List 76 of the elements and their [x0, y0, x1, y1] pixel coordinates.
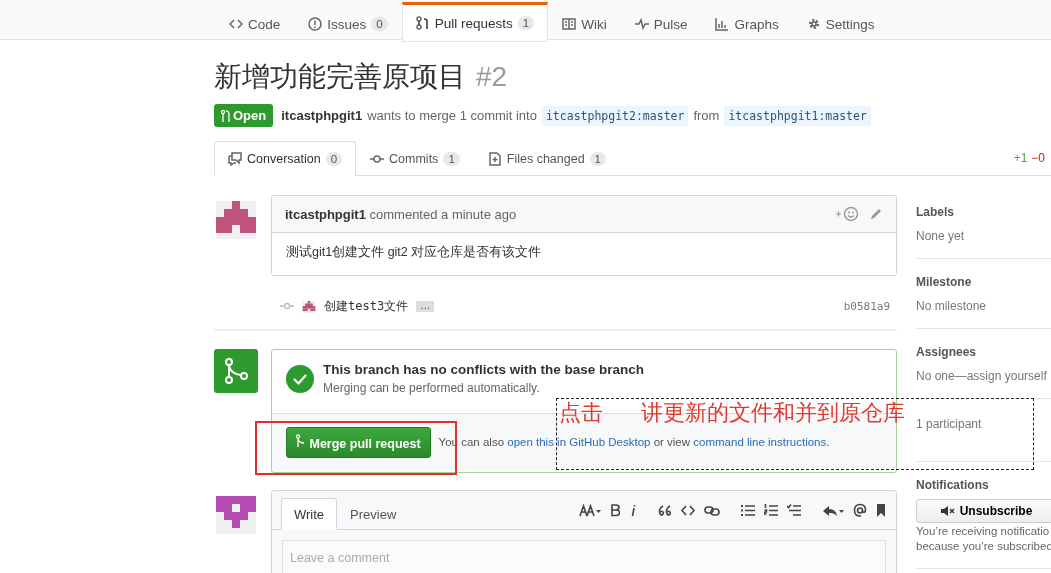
pr-tab[interactable]: Conversation 0	[214, 141, 357, 176]
mention-icon[interactable]	[853, 502, 867, 518]
repo-tab[interactable]: Settings	[792, 2, 889, 44]
pull-request-icon	[415, 16, 430, 30]
repo-tab[interactable]: Graphs	[701, 2, 793, 44]
file-icon	[487, 151, 502, 166]
task-list-icon[interactable]	[787, 502, 801, 518]
repo-tab[interactable]: Pulse	[620, 2, 702, 44]
commit-message[interactable]: 创建test3文件	[324, 297, 409, 315]
merge-status-text: Merging can be performed automatically.	[323, 381, 541, 395]
add-reaction-icon	[835, 206, 859, 222]
pr-title: 新增功能完善原项目	[214, 60, 466, 94]
comment-icon	[228, 151, 242, 166]
merge-button[interactable]: Merge pull request	[286, 426, 431, 458]
sidebar-heading: Labels	[916, 205, 955, 219]
comment-meta: itcastphpgit1 commented a minute ago	[285, 206, 517, 222]
pulse-icon	[634, 17, 649, 31]
count-badge: 0	[371, 17, 388, 31]
editor-tab[interactable]: Write	[281, 498, 338, 530]
state-badge: Open	[214, 104, 274, 127]
pr-number: #2	[476, 61, 508, 93]
italic-icon[interactable]	[629, 502, 637, 518]
merge-status-title: This branch has no conflicts with the base branch	[323, 362, 645, 377]
sidebar-value: None yet	[916, 229, 966, 243]
branch-ref: itcastphpgit2:master	[541, 105, 689, 126]
merge-icon	[296, 433, 306, 448]
sidebar-heading: Notifications	[916, 478, 990, 492]
code-icon	[229, 17, 243, 31]
additions-count: +1	[1013, 151, 1028, 165]
graph-icon	[715, 17, 730, 31]
repo-tab[interactable]: Wiki	[548, 2, 621, 44]
sidebar-heading: Assignees	[916, 345, 978, 359]
avatar	[302, 299, 316, 313]
book-icon	[562, 17, 577, 31]
deletions-count: −0	[1031, 151, 1045, 165]
gear-icon	[806, 17, 821, 31]
from-text: from	[693, 108, 720, 123]
count-badge: 1	[517, 16, 535, 30]
notification-text: You’re receiving notificatio	[916, 525, 1051, 538]
bold-icon[interactable]	[610, 502, 620, 518]
count-badge: 0	[325, 151, 343, 166]
desktop-link[interactable]: open this in GitHub Desktop	[507, 436, 651, 448]
pencil-icon	[869, 207, 883, 221]
sidebar-value: No one—assign yourself	[916, 369, 1048, 383]
numbered-list-icon[interactable]	[764, 502, 778, 518]
comment-text: 测试git1创建文件 git2 对应仓库是否有该文件	[285, 244, 543, 261]
editor-tab[interactable]: Preview	[337, 498, 410, 530]
comment-field[interactable]: Leave a comment	[282, 540, 886, 573]
issue-icon	[308, 17, 323, 31]
merge-text: wants to merge 1 commit into	[367, 108, 537, 123]
author-link[interactable]: itcastphpgit1	[281, 108, 363, 123]
mute-icon	[939, 505, 956, 517]
commit-icon	[280, 301, 294, 311]
check-icon	[286, 364, 314, 393]
expand-button[interactable]: …	[416, 300, 435, 312]
repo-tab[interactable]: Pull requests 1	[401, 2, 549, 42]
branch-ref: itcastphpgit1:master	[724, 105, 871, 126]
bulleted-list-icon[interactable]	[741, 502, 755, 518]
quote-icon[interactable]	[658, 502, 672, 518]
text-size-icon[interactable]	[579, 502, 601, 518]
count-badge: 1	[589, 151, 606, 166]
sidebar-value: 1 participant	[916, 417, 983, 431]
pull-request-icon	[221, 108, 231, 123]
sidebar-heading: Milestone	[916, 275, 973, 289]
annotation-text: 讲更新的文件和并到原仓库	[641, 399, 905, 427]
sidebar-value: No milestone	[916, 299, 988, 313]
unsubscribe-button[interactable]: Unsubscribe	[916, 499, 1051, 523]
branch-icon	[224, 358, 248, 384]
repo-tab[interactable]: Code	[215, 2, 295, 44]
pr-tab[interactable]: Files changed 1	[473, 141, 620, 176]
repo-tab[interactable]: Issues 0	[294, 2, 402, 44]
count-badge: 1	[443, 151, 460, 166]
bookmark-icon[interactable]	[876, 502, 886, 518]
pr-tab[interactable]: Commits 1	[356, 141, 474, 176]
annotation-text: 点击	[559, 399, 603, 427]
commit-sha[interactable]: b0581a9	[843, 299, 890, 313]
